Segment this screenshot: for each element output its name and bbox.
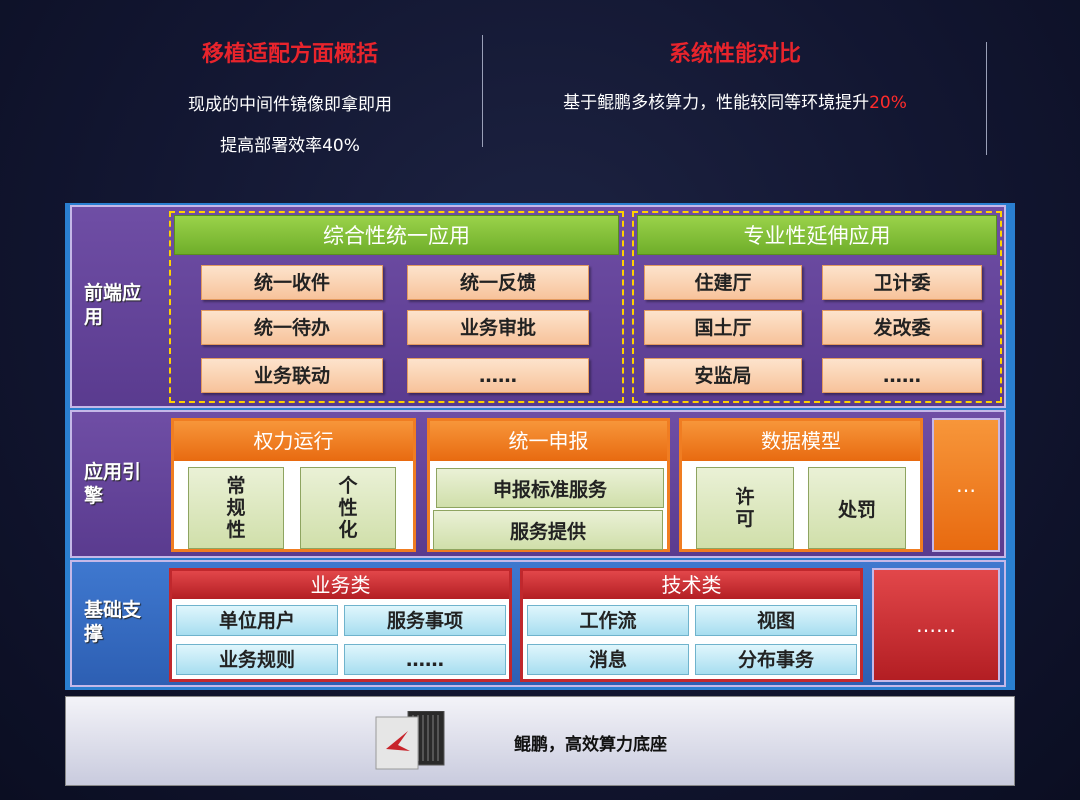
engine-label: 应用引擎 xyxy=(84,461,142,507)
base-band: 基础支撑 业务类 单位用户 服务事项 业务规则 …… 技术类 工作流 视图 消息… xyxy=(70,560,1006,687)
adaptation-line-2: 提高部署效率40% xyxy=(220,136,360,156)
performance-percent: 20% xyxy=(869,93,907,113)
top-divider-1 xyxy=(482,35,483,147)
model-header: 数据模型 xyxy=(682,421,920,461)
model-card: 数据模型 许可 处罚 xyxy=(679,418,923,552)
base-more-block: …… xyxy=(872,568,1000,682)
top-divider-2 xyxy=(986,42,987,155)
adaptation-summary: 移植适配方面概括 现成的中间件镜像即拿即用 提高部署效率40% xyxy=(130,36,450,156)
general-item-6: …… xyxy=(407,358,589,393)
report-card: 统一申报 申报标准服务 服务提供 xyxy=(427,418,670,552)
power-header: 权力运行 xyxy=(174,421,413,461)
report-item-2: 服务提供 xyxy=(433,510,663,550)
business-item-3: 业务规则 xyxy=(176,644,338,675)
power-item-2: 个性化 xyxy=(300,467,396,549)
specialized-item-1: 住建厅 xyxy=(644,265,802,300)
technical-item-4: 分布事务 xyxy=(695,644,857,675)
adaptation-line-1: 现成的中间件镜像即拿即用 xyxy=(188,95,392,115)
performance-title: 系统性能对比 xyxy=(668,41,801,67)
base-label: 基础支撑 xyxy=(84,599,142,645)
engine-more-block: … xyxy=(932,418,1000,552)
power-card: 权力运行 常规性 个性化 xyxy=(171,418,416,552)
business-header: 业务类 xyxy=(172,571,509,599)
performance-line: 基于鲲鹏多核算力，性能较同等环境提升20% xyxy=(505,88,965,113)
technical-item-3: 消息 xyxy=(527,644,689,675)
specialized-item-6: …… xyxy=(822,358,982,393)
general-apps-group: 综合性统一应用 统一收件 统一反馈 统一待办 业务审批 业务联动 …… xyxy=(169,211,624,403)
specialized-item-4: 发改委 xyxy=(822,310,982,345)
engine-band: 应用引擎 权力运行 常规性 个性化 统一申报 申报标准服务 服务提供 数据模型 … xyxy=(70,410,1006,558)
technical-card: 技术类 工作流 视图 消息 分布事务 xyxy=(520,568,863,682)
general-item-5: 业务联动 xyxy=(201,358,383,393)
general-item-3: 统一待办 xyxy=(201,310,383,345)
frontend-band: 前端应用 综合性统一应用 统一收件 统一反馈 统一待办 业务审批 业务联动 ……… xyxy=(70,205,1006,408)
adaptation-title: 移植适配方面概括 xyxy=(201,41,378,67)
model-item-2: 处罚 xyxy=(808,467,906,549)
specialized-item-3: 国土厅 xyxy=(644,310,802,345)
specialized-item-5: 安监局 xyxy=(644,358,802,393)
technical-item-2: 视图 xyxy=(695,605,857,636)
specialized-apps-header: 专业性延伸应用 xyxy=(637,215,997,255)
specialized-apps-group: 专业性延伸应用 住建厅 卫计委 国土厅 发改委 安监局 …… xyxy=(632,211,1002,403)
general-item-2: 统一反馈 xyxy=(407,265,589,300)
frontend-label: 前端应用 xyxy=(84,282,142,328)
report-item-1: 申报标准服务 xyxy=(436,468,664,508)
performance-text: 基于鲲鹏多核算力，性能较同等环境提升 xyxy=(563,93,870,113)
model-item-1: 许可 xyxy=(696,467,794,549)
business-item-4: …… xyxy=(344,644,506,675)
footer-banner: 鲲鹏，高效算力底座 xyxy=(65,696,1015,786)
general-apps-header: 综合性统一应用 xyxy=(174,215,619,255)
kunpeng-chip-icon xyxy=(375,711,445,770)
report-header: 统一申报 xyxy=(430,421,667,461)
technical-item-1: 工作流 xyxy=(527,605,689,636)
specialized-item-2: 卫计委 xyxy=(822,265,982,300)
business-item-1: 单位用户 xyxy=(176,605,338,636)
business-item-2: 服务事项 xyxy=(344,605,506,636)
architecture-diagram: 前端应用 综合性统一应用 统一收件 统一反馈 统一待办 业务审批 业务联动 ……… xyxy=(65,203,1015,690)
technical-header: 技术类 xyxy=(523,571,860,599)
general-item-1: 统一收件 xyxy=(201,265,383,300)
performance-summary: 系统性能对比 基于鲲鹏多核算力，性能较同等环境提升20% xyxy=(505,36,965,113)
general-item-4: 业务审批 xyxy=(407,310,589,345)
business-card: 业务类 单位用户 服务事项 业务规则 …… xyxy=(169,568,512,682)
footer-text: 鲲鹏，高效算力底座 xyxy=(514,735,667,755)
power-item-1: 常规性 xyxy=(188,467,284,549)
